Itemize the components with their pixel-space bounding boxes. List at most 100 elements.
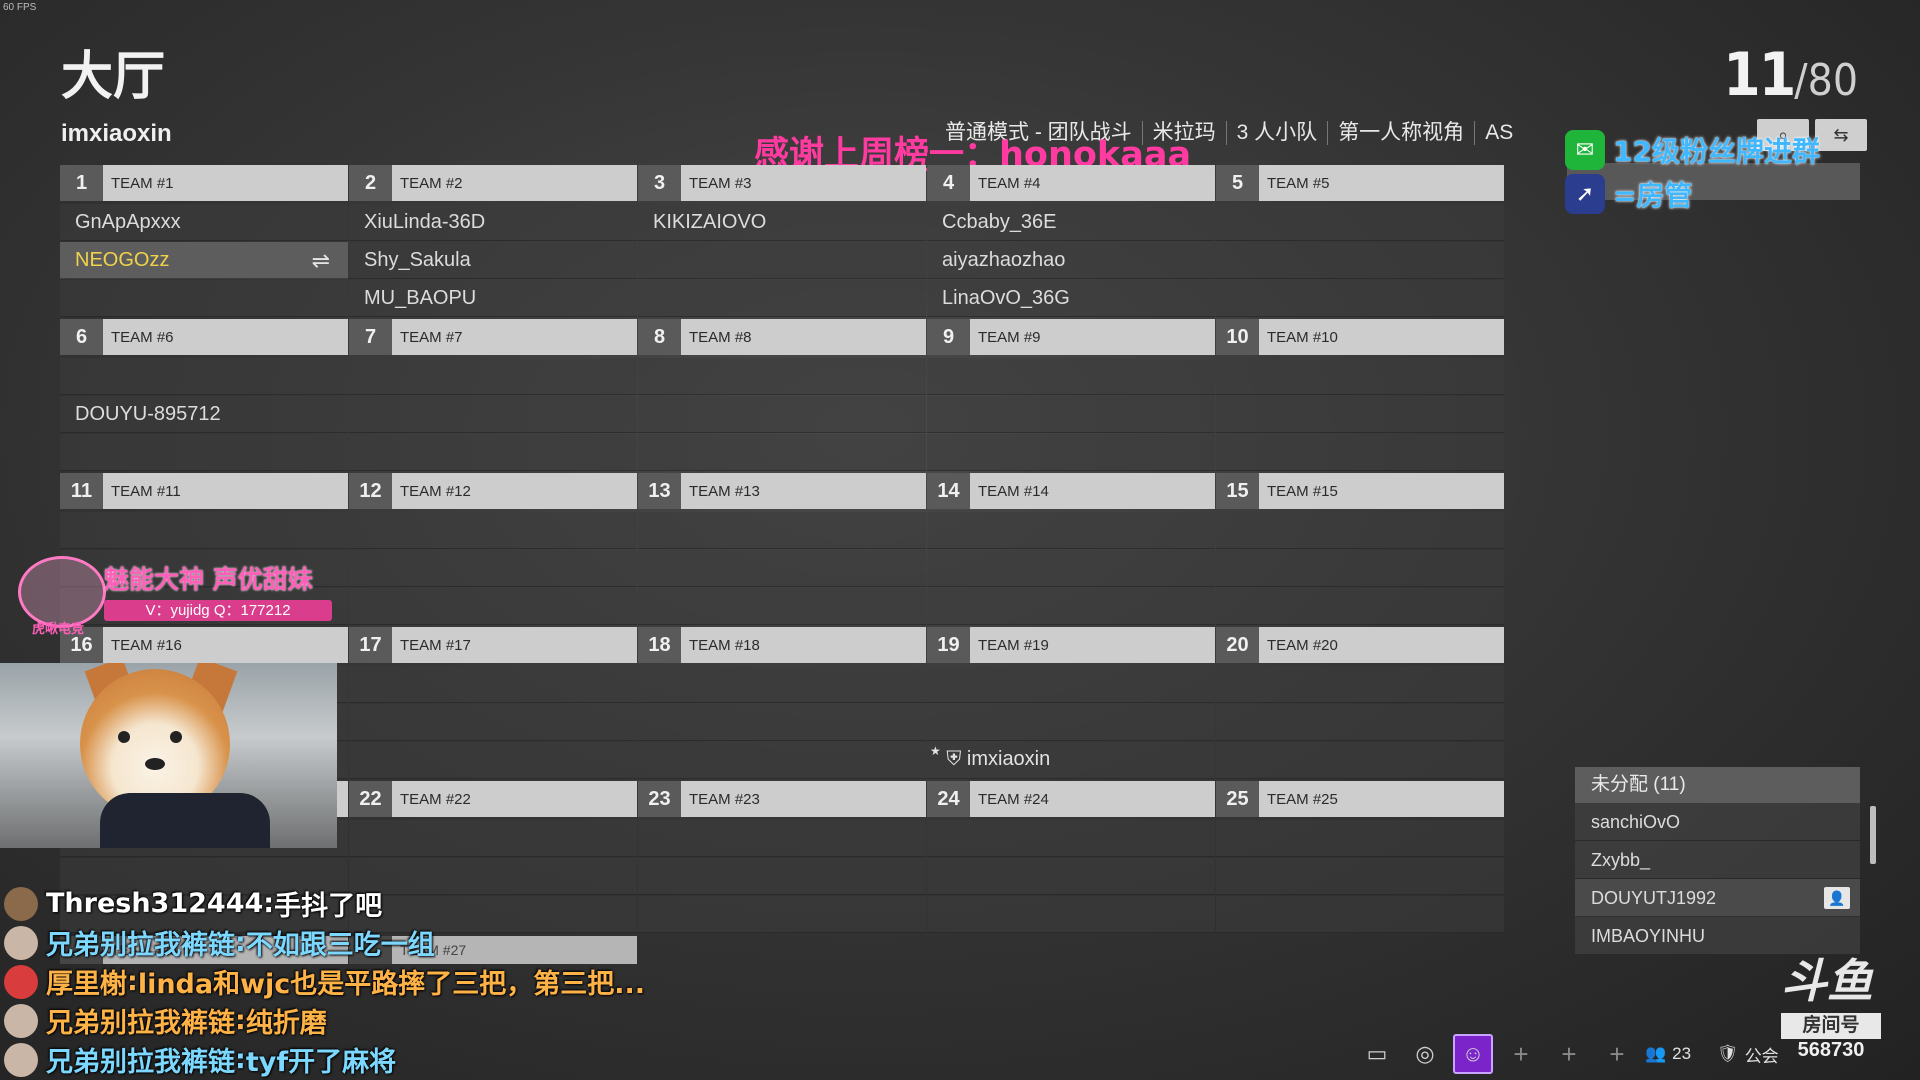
team-header[interactable]: 9 TEAM #9 [927,319,1215,355]
friends-button[interactable]: 👥 23 [1645,1044,1691,1064]
player-slot[interactable]: NEOGOzz ⇌ [60,242,348,279]
add-friend-slot[interactable]: + [1501,1034,1541,1074]
team-header[interactable]: 5 TEAM #5 [1216,165,1504,201]
player-slot[interactable]: GnApApxxx [60,204,348,241]
team-header[interactable]: 19 TEAM #19 [927,627,1215,663]
player-slot[interactable] [1216,820,1504,857]
player-slot[interactable]: aiyazhaozhao [927,242,1215,279]
chat-icon[interactable]: ▭ [1357,1034,1397,1074]
player-slot[interactable] [927,666,1215,703]
player-slot[interactable] [927,512,1215,549]
player-slot[interactable] [927,896,1215,933]
player-slot[interactable] [927,704,1215,741]
player-slot[interactable] [927,358,1215,395]
team-header[interactable]: 22 TEAM #22 [349,781,637,817]
team-header[interactable]: 6 TEAM #6 [60,319,348,355]
player-slot[interactable] [1216,704,1504,741]
player-slot[interactable] [638,704,926,741]
player-slot[interactable] [1216,280,1504,317]
unassigned-scrollbar[interactable] [1870,806,1876,864]
team-header[interactable]: 1 TEAM #1 [60,165,348,201]
player-slot[interactable] [60,512,348,549]
player-slot[interactable]: MU_BAOPU [349,280,637,317]
guild-button[interactable]: 🛡 公会 [1717,1042,1779,1067]
player-slot[interactable] [927,588,1215,625]
player-avatar[interactable]: ☺ [1453,1034,1493,1074]
player-slot[interactable] [638,242,926,279]
player-slot[interactable] [1216,434,1504,471]
player-slot[interactable] [1216,588,1504,625]
swap-icon[interactable]: ⇌ [312,242,330,279]
player-slot[interactable] [1216,896,1504,933]
player-slot[interactable] [638,588,926,625]
unassigned-player[interactable]: Zxybb_ [1575,841,1860,879]
player-slot[interactable]: Ccbaby_36E [927,204,1215,241]
player-slot[interactable] [1216,742,1504,779]
team-header[interactable]: 8 TEAM #8 [638,319,926,355]
player-slot[interactable] [638,280,926,317]
player-slot[interactable] [927,820,1215,857]
player-slot[interactable]: LinaOvO_36G [927,280,1215,317]
player-slot[interactable] [60,280,348,317]
player-slot[interactable] [638,742,926,779]
team-header[interactable]: 20 TEAM #20 [1216,627,1504,663]
player-slot[interactable] [927,396,1215,433]
player-slot[interactable] [638,550,926,587]
team-header[interactable]: 25 TEAM #25 [1216,781,1504,817]
team-header[interactable]: 13 TEAM #13 [638,473,926,509]
unassigned-player[interactable]: DOUYUTJ1992 👤 [1575,879,1860,917]
player-slot[interactable] [927,434,1215,471]
player-slot[interactable] [927,858,1215,895]
player-slot[interactable]: KIKIZAIOVO [638,204,926,241]
player-slot[interactable]: DOUYU-895712 [60,396,348,433]
add-friend-slot[interactable]: + [1549,1034,1589,1074]
player-slot[interactable] [638,396,926,433]
team-header[interactable]: 3 TEAM #3 [638,165,926,201]
player-slot[interactable] [349,704,637,741]
team-header[interactable]: 4 TEAM #4 [927,165,1215,201]
player-slot[interactable] [638,666,926,703]
compass-icon[interactable]: ◎ [1405,1034,1445,1074]
swap-view-button[interactable]: ⇆ [1815,119,1867,151]
player-slot[interactable] [349,742,637,779]
team-header[interactable]: 12 TEAM #12 [349,473,637,509]
player-slot[interactable] [349,434,637,471]
player-slot[interactable] [349,820,637,857]
player-slot[interactable]: Shy_Sakula [349,242,637,279]
player-slot[interactable] [349,512,637,549]
player-slot[interactable] [349,666,637,703]
profile-icon[interactable]: 👤 [1824,887,1850,909]
team-header[interactable]: 24 TEAM #24 [927,781,1215,817]
player-slot[interactable] [927,550,1215,587]
team-header[interactable]: 7 TEAM #7 [349,319,637,355]
player-slot[interactable] [349,550,637,587]
team-header[interactable]: 18 TEAM #18 [638,627,926,663]
player-slot[interactable] [1216,204,1504,241]
player-slot[interactable] [1216,396,1504,433]
player-slot[interactable] [1216,550,1504,587]
player-slot[interactable] [60,434,348,471]
team-header[interactable]: 15 TEAM #15 [1216,473,1504,509]
player-slot[interactable] [349,588,637,625]
unassigned-player[interactable]: sanchiOvO [1575,803,1860,841]
player-slot[interactable] [60,358,348,395]
player-slot[interactable] [1216,666,1504,703]
player-slot[interactable]: XiuLinda-36D [349,204,637,241]
team-header[interactable]: 23 TEAM #23 [638,781,926,817]
player-slot[interactable] [638,512,926,549]
player-slot[interactable] [349,396,637,433]
add-friend-slot[interactable]: + [1597,1034,1637,1074]
player-slot[interactable] [638,358,926,395]
team-header[interactable]: 14 TEAM #14 [927,473,1215,509]
player-slot[interactable] [1216,512,1504,549]
player-slot[interactable] [1216,242,1504,279]
player-slot[interactable] [1216,358,1504,395]
team-header[interactable]: 10 TEAM #10 [1216,319,1504,355]
player-slot[interactable] [638,820,926,857]
player-slot[interactable] [1216,858,1504,895]
player-slot[interactable] [349,358,637,395]
team-header[interactable]: 17 TEAM #17 [349,627,637,663]
team-header[interactable]: 2 TEAM #2 [349,165,637,201]
unassigned-header[interactable]: 未分配 (11) [1575,767,1860,803]
player-slot[interactable] [638,434,926,471]
